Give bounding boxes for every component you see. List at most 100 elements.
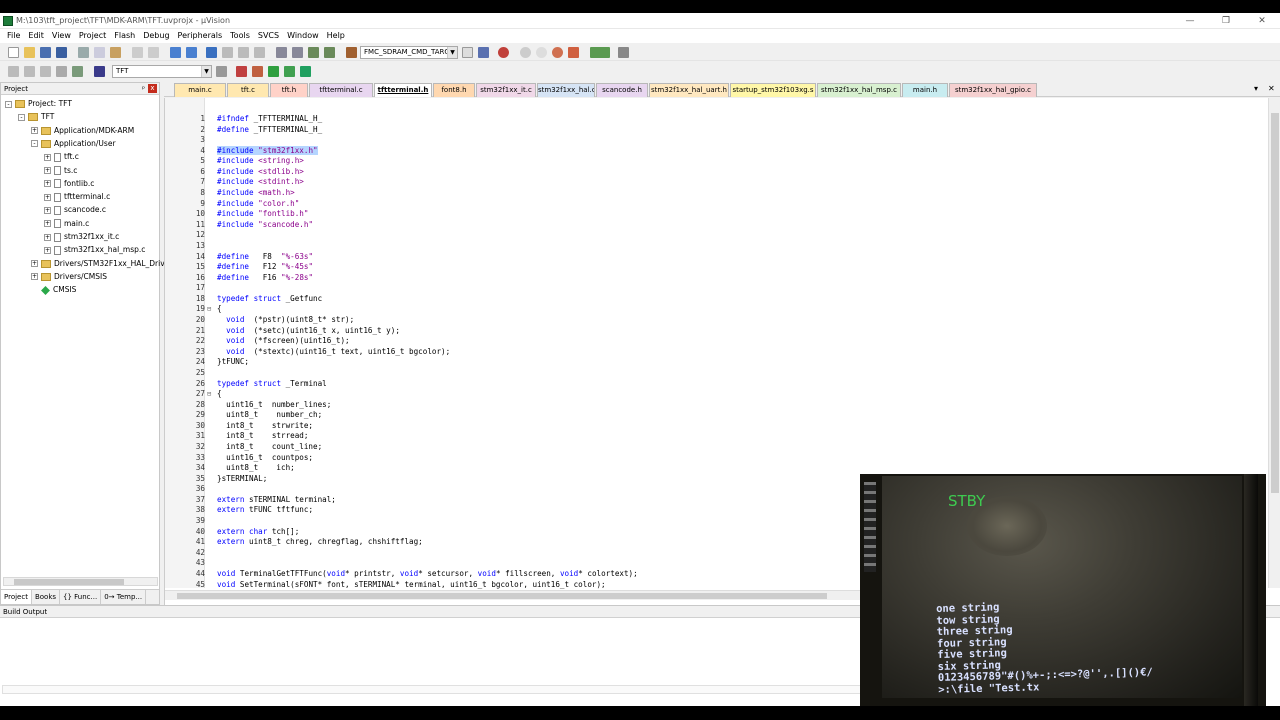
window-layout-icon[interactable]	[590, 47, 610, 58]
navigate-forward-icon[interactable]	[186, 47, 197, 58]
pack-installer-icon[interactable]	[284, 66, 295, 77]
code-line[interactable]: 24}tFUNC;	[165, 357, 1245, 368]
code-line[interactable]: 20 void (*pstr)(uint8_t* str);	[165, 315, 1245, 326]
paste-icon[interactable]	[110, 47, 121, 58]
close-icon[interactable]: x	[148, 84, 157, 93]
chevron-down-icon[interactable]: ▼	[201, 66, 211, 77]
menu-debug[interactable]: Debug	[139, 29, 173, 43]
code-line[interactable]: 22 void (*fscreen)(uint16_t);	[165, 336, 1245, 347]
undo-icon[interactable]	[132, 47, 143, 58]
editor-tab[interactable]: font8.h	[433, 83, 475, 97]
code-line[interactable]: 31 int8_t strread;	[165, 431, 1245, 442]
code-line[interactable]: 21 void (*setc)(uint16_t x, uint16_t y);	[165, 326, 1245, 337]
code-line[interactable]: 5 #include <string.h>	[165, 156, 1245, 167]
code-line[interactable]: 29 uint8_t number_ch;	[165, 410, 1245, 421]
editor-tab[interactable]: main.c	[174, 83, 226, 97]
code-line[interactable]: 13	[165, 241, 1245, 252]
scroll-thumb[interactable]	[177, 593, 827, 599]
configure-icon[interactable]	[618, 47, 629, 58]
download-icon[interactable]	[72, 66, 83, 77]
breakpoint-icon[interactable]	[520, 47, 531, 58]
tree-item[interactable]: - Application/User	[31, 137, 116, 150]
expand-icon[interactable]: +	[44, 246, 51, 254]
find-in-files-icon[interactable]	[346, 47, 357, 58]
editor-tab[interactable]: tft.c	[227, 83, 269, 97]
editor-tab[interactable]: scancode.h	[596, 83, 648, 97]
expand-icon[interactable]: +	[31, 273, 38, 281]
navigate-back-icon[interactable]	[170, 47, 181, 58]
copy-icon[interactable]	[94, 47, 105, 58]
tree-item[interactable]: - Project: TFT	[5, 97, 72, 110]
expand-icon[interactable]: +	[44, 167, 51, 174]
cut-icon[interactable]	[78, 47, 89, 58]
scroll-thumb[interactable]	[14, 579, 124, 585]
project-hscrollbar[interactable]	[3, 577, 158, 586]
editor-tab[interactable]: stm32f1xx_hal_gpio.c	[949, 83, 1037, 97]
collapse-icon[interactable]: -	[5, 100, 12, 108]
code-line[interactable]: 10 #include "fontlib.h"	[165, 209, 1245, 220]
code-line[interactable]: 28 uint16_t number_lines;	[165, 400, 1245, 411]
tree-item[interactable]: + stm32f1xx_hal_msp.c	[44, 243, 145, 256]
expand-icon[interactable]: +	[44, 206, 51, 214]
editor-tab[interactable]: tftterminal.c	[309, 83, 373, 97]
new-file-icon[interactable]	[8, 47, 19, 58]
code-line[interactable]: 34 uint8_t ich;	[165, 463, 1245, 474]
batch-build-icon[interactable]	[56, 66, 67, 77]
tree-item[interactable]: - TFT	[18, 110, 54, 123]
code-line[interactable]: 17	[165, 283, 1245, 294]
expand-icon[interactable]: +	[44, 233, 51, 241]
expand-icon[interactable]: +	[44, 220, 51, 228]
enable-breakpoint-icon[interactable]	[536, 47, 547, 58]
fold-marker[interactable]: ⊟	[207, 389, 215, 400]
tree-item[interactable]: + fontlib.c	[44, 177, 94, 190]
prev-bookmark-icon[interactable]	[222, 47, 233, 58]
tree-item[interactable]: + main.c	[44, 217, 89, 230]
tree-item[interactable]: + Drivers/CMSIS	[31, 270, 107, 283]
open-folder-icon[interactable]	[24, 47, 35, 58]
software-packs-icon[interactable]	[300, 66, 311, 77]
editor-tab[interactable]: main.h	[902, 83, 948, 97]
select-packs-icon[interactable]	[268, 66, 279, 77]
expand-icon[interactable]: +	[44, 180, 51, 188]
panel-tab[interactable]: {} Func...	[60, 590, 102, 604]
close-button[interactable]: ✕	[1244, 13, 1280, 29]
code-line[interactable]: 16 #define F16 "%-28s"	[165, 273, 1245, 284]
code-line[interactable]: 25	[165, 368, 1245, 379]
find-icon[interactable]	[462, 47, 473, 58]
tree-item[interactable]: + Drivers/STM32F1xx_HAL_Driv	[31, 257, 165, 270]
code-line[interactable]: 3	[165, 135, 1245, 146]
code-line[interactable]: 6 #include <stdlib.h>	[165, 167, 1245, 178]
find-combo[interactable]: FMC_SDRAM_CMD_TARG ▼	[360, 46, 458, 59]
tree-item[interactable]: + scancode.c	[44, 203, 106, 216]
debug-session-icon[interactable]	[498, 47, 509, 58]
code-line[interactable]: 30 int8_t strwrite;	[165, 421, 1245, 432]
uncomment-icon[interactable]	[324, 47, 335, 58]
tree-item[interactable]: + Application/MDK-ARM	[31, 124, 134, 137]
code-line[interactable]: 33 uint16_t countpos;	[165, 453, 1245, 464]
tree-item[interactable]: + tftterminal.c	[44, 190, 110, 203]
manage-project-items-icon[interactable]	[236, 66, 247, 77]
tab-list-icon[interactable]: ▾	[1254, 84, 1258, 93]
disable-breakpoints-icon[interactable]	[552, 47, 563, 58]
code-line[interactable]: 12	[165, 230, 1245, 241]
expand-icon[interactable]: +	[44, 153, 51, 161]
code-line[interactable]: 27 ⊟{	[165, 389, 1245, 400]
menu-svcs[interactable]: SVCS	[254, 29, 283, 43]
tree-item[interactable]: CMSIS	[31, 283, 76, 296]
menu-peripherals[interactable]: Peripherals	[174, 29, 227, 43]
target-combo[interactable]: TFT ▼	[112, 65, 212, 78]
expand-icon[interactable]: +	[31, 127, 38, 135]
collapse-icon[interactable]: -	[31, 140, 38, 148]
menu-help[interactable]: Help	[323, 29, 349, 43]
tree-item[interactable]: + tft.c	[44, 150, 79, 163]
panel-tab[interactable]: Project	[1, 590, 32, 604]
build-icon[interactable]	[24, 66, 35, 77]
clear-bookmarks-icon[interactable]	[254, 47, 265, 58]
editor-tab[interactable]: startup_stm32f103xg.s	[730, 83, 816, 97]
incremental-find-icon[interactable]	[478, 47, 489, 58]
expand-icon[interactable]: +	[44, 193, 51, 201]
expand-icon[interactable]: +	[31, 260, 38, 268]
code-line[interactable]: 4 #include "stm32f1xx.h"	[165, 145, 1245, 157]
code-line[interactable]: 32 int8_t count_line;	[165, 442, 1245, 453]
menu-flash[interactable]: Flash	[110, 29, 139, 43]
